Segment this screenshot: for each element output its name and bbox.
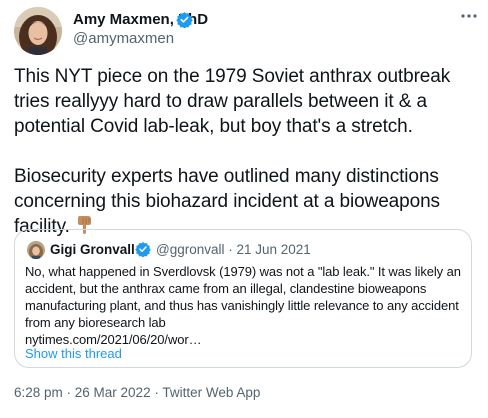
quoted-tweet[interactable]: Gigi Gronvall @ggronvall · 21 Jun 2021 N…	[14, 229, 472, 368]
quote-meta: @ggronvall · 21 Jun 2021	[156, 242, 311, 257]
tweet-line: concerning this biohazard incident at a …	[14, 191, 440, 212]
tweet-line: tries reallyyy hard to draw parallels be…	[14, 91, 427, 112]
quote-line: accident, but the anthrax came from an i…	[25, 281, 427, 296]
quote-line: No, what happened in Sverdlovsk (1979) w…	[25, 264, 461, 279]
tweet-line: Biosecurity experts have outlined many d…	[14, 166, 439, 187]
more-options-icon[interactable]	[456, 6, 482, 26]
verified-badge-icon	[176, 11, 193, 29]
quote-text: No, what happened in Sverdlovsk (1979) w…	[25, 263, 465, 348]
quote-avatar[interactable]	[27, 241, 45, 259]
quote-author-name[interactable]: Gigi Gronvall	[50, 241, 135, 258]
quote-verified-badge-icon	[135, 241, 151, 258]
tweet-line: This NYT piece on the 1979 Soviet anthra…	[14, 66, 451, 87]
quote-line: from any bioresearch lab	[25, 315, 166, 330]
tweet-text: This NYT piece on the 1979 Soviet anthra…	[14, 64, 476, 239]
tweet-paragraph-1: This NYT piece on the 1979 Soviet anthra…	[14, 64, 476, 139]
quote-line: manufacturing plant, and thus has vanish…	[25, 298, 459, 313]
quote-profile-photo	[27, 241, 45, 259]
tweet-timestamp[interactable]: 6:28 pm · 26 Mar 2022 · Twitter Web App	[14, 384, 260, 401]
tweet-line: potential Covid lab-leak, but boy that's…	[14, 116, 413, 137]
tweet-paragraph-2: Biosecurity experts have outlined many d…	[14, 164, 476, 239]
profile-photo	[14, 7, 62, 55]
show-thread-link[interactable]: Show this thread	[25, 345, 122, 362]
tweet-card: Amy Maxmen, PhD @amymaxmen This NYT piec…	[0, 0, 488, 418]
author-handle[interactable]: @amymaxmen	[73, 30, 174, 48]
author-avatar[interactable]	[14, 7, 62, 55]
